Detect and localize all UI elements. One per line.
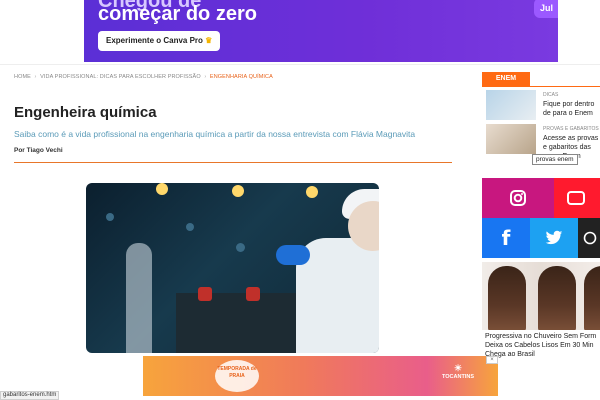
crown-icon: ♛ [205,36,213,45]
bokeh-light [186,223,194,231]
hair-image [538,266,576,330]
facebook-button[interactable]: f [482,218,530,258]
breadcrumb-separator: › [204,74,207,80]
instagram-button[interactable] [482,178,554,218]
page-title: Engenheira química [14,104,157,121]
breadcrumb-home[interactable]: HOME [14,74,31,80]
twitter-button[interactable] [530,218,578,258]
breadcrumb: HOME › VIDA PROFISSIONAL: DICAS PARA ESC… [14,74,273,80]
enem-thumbnail [486,90,536,120]
blue-gloves [276,245,310,265]
enem-list-item[interactable]: PROVAS E GABARITOS Acesse as provas e ga… [486,124,600,160]
breadcrumb-current: ENGENHARIA QUÍMICA [209,74,273,80]
enem-category: PROVAS E GABARITOS [543,126,599,132]
canva-pro-button[interactable]: Experimente o Canva Pro ♛ [98,31,221,51]
tab-enem[interactable]: ENEM [482,72,530,86]
red-cap [246,287,260,301]
facebook-icon: f [501,226,511,250]
whatsapp-button[interactable] [578,218,600,258]
enem-thumbnail [486,124,536,154]
hair-image [584,266,600,330]
link-tooltip: provas enem [532,154,578,165]
article-hero-image [86,183,379,353]
ad-card-image[interactable] [482,262,600,330]
hair-image [488,266,526,330]
bokeh-light [106,213,114,221]
status-bar-url: gabaritos-enem.htm [0,391,60,400]
enem-category: DICAS [543,92,559,98]
bokeh-light [236,243,245,252]
enem-divider [482,86,600,87]
article-author: Por Tiago Vechi [14,147,63,154]
twitter-icon [545,230,563,245]
breadcrumb-separator: › [34,74,37,80]
bokeh-light [232,185,244,197]
sun-icon: ☀ [453,363,463,373]
temporada-logo-text: TEMPORADA de PRAIA [217,366,257,379]
ad-headline-2: começar do zero [98,3,257,25]
bottom-banner-ad[interactable]: TEMPORADA de PRAIA ☀ TOCANTINS [143,356,498,396]
instagram-icon [510,190,526,206]
enem-list-item[interactable]: DICAS Fique por dentro de para o Enem [486,90,600,122]
ad-badge: Jul [534,0,558,18]
tocantins-logo-text: TOCANTINS [442,374,474,380]
red-cap [198,287,212,301]
canva-pro-button-label: Experimente o Canva Pro [106,36,203,45]
enem-link[interactable]: Fique por dentro de para o Enem [543,100,600,118]
top-banner-ad[interactable]: Chegou de começar do zero Experimente o … [84,0,558,62]
title-divider [14,162,452,163]
breadcrumb-category[interactable]: VIDA PROFISSIONAL: DICAS PARA ESCOLHER P… [40,74,201,80]
bokeh-light [156,183,168,195]
tocantins-logo: ☀ TOCANTINS [441,362,475,390]
bokeh-light [306,186,318,198]
article-subtitle: Saiba como é a vida profissional na enge… [14,129,416,139]
close-icon[interactable]: × [486,356,498,364]
lab-machine [176,293,296,353]
header-divider [0,64,600,65]
ad-card-headline[interactable]: Progressiva no Chuveiro Sem Form Deixa o… [485,332,600,359]
youtube-button[interactable] [554,178,600,218]
youtube-icon [567,191,585,205]
whatsapp-icon [583,231,597,245]
background-figure [126,243,152,353]
page: Chegou de começar do zero Experimente o … [0,0,600,400]
